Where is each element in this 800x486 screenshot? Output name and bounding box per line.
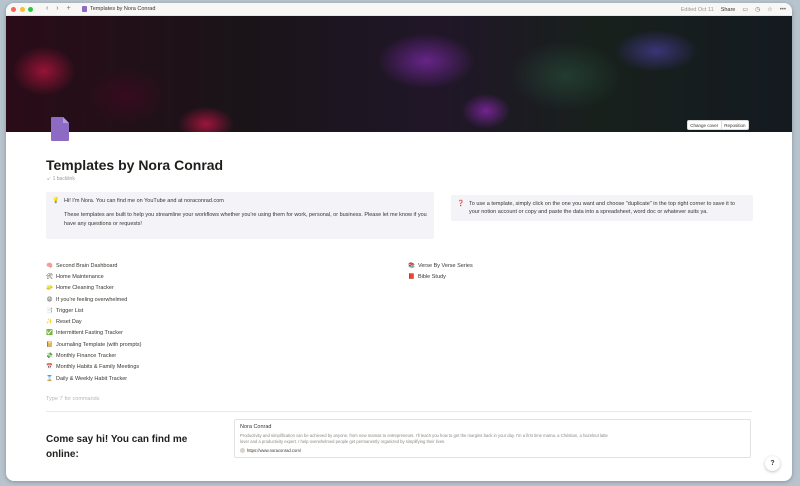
template-list-right: 📚 Verse By Verse Series 📕 Bible Study <box>408 260 473 283</box>
command-placeholder[interactable]: Type '/' for commands <box>46 396 99 402</box>
more-options-icon[interactable]: ••• <box>780 7 786 13</box>
bookmark-description: Productivity and simplification can be a… <box>240 433 608 444</box>
money-icon: 💸 <box>46 353 53 360</box>
list-item[interactable]: ⌛ Daily & Weekly Habit Tracker <box>46 373 142 384</box>
list-item[interactable]: ✨ Reset Day <box>46 316 142 327</box>
favicon-icon <box>240 447 245 453</box>
check-mark-icon: ✅ <box>46 330 53 337</box>
title-bar: ‹ › + Templates by Nora Conrad Edited Oc… <box>6 3 792 16</box>
nav-buttons: ‹ › + <box>46 5 77 12</box>
bookmark-tabs-icon: 📑 <box>46 307 53 314</box>
page-cover: Change cover Reposition <box>6 16 792 132</box>
intro-callout: 💡 Hi! I'm Nora. You can find me on YouTu… <box>46 192 434 239</box>
weary-face-icon: 😩 <box>46 296 53 303</box>
list-item-label: Verse By Verse Series <box>418 262 473 269</box>
new-page-button[interactable]: + <box>67 5 71 12</box>
breadcrumb[interactable]: Templates by Nora Conrad <box>82 6 155 12</box>
page-icon <box>82 6 87 12</box>
list-item[interactable]: 🛠 Home Maintenance <box>46 271 142 282</box>
list-item[interactable]: 📚 Verse By Verse Series <box>408 260 473 271</box>
close-window-button[interactable] <box>11 7 16 12</box>
reposition-button[interactable]: Reposition <box>721 120 749 130</box>
edited-timestamp: Edited Oct 11 <box>680 6 714 13</box>
cover-controls: Change cover Reposition <box>686 120 749 130</box>
page-file-icon[interactable] <box>51 117 69 141</box>
updates-clock-icon[interactable]: ◷ <box>755 6 760 13</box>
page-title[interactable]: Templates by Nora Conrad <box>46 157 223 173</box>
list-item-label: Journaling Template (with prompts) <box>56 341 142 348</box>
list-item-label: Monthly Habits & Family Meetings <box>56 364 140 371</box>
share-button[interactable]: Share <box>721 7 736 13</box>
lightbulb-icon: 💡 <box>52 198 60 204</box>
divider <box>46 411 752 412</box>
template-list-left: 🧠 Second Brain Dashboard 🛠 Home Maintenanc… <box>46 260 142 384</box>
favorite-star-icon[interactable]: ☆ <box>767 6 772 13</box>
list-item[interactable]: 🧽 Home Cleaning Tracker <box>46 283 142 294</box>
list-item-label: Trigger List <box>56 307 84 314</box>
list-item[interactable]: 😩 If you're feeling overwhelmed <box>46 294 142 305</box>
list-item[interactable]: ✅ Intermittent Fasting Tracker <box>46 328 142 339</box>
list-item-label: Daily & Weekly Habit Tracker <box>56 375 128 382</box>
window-controls <box>11 7 35 14</box>
list-item[interactable]: 💸 Monthly Finance Tracker <box>46 350 142 361</box>
question-icon: ❓ <box>457 201 465 207</box>
callout-text: These templates are built to help you st… <box>64 212 427 227</box>
callout-text: To use a template, simply click on the o… <box>469 201 735 216</box>
footer-heading: Come say hi! You can find me online: <box>46 434 188 460</box>
list-item-label: Monthly Finance Tracker <box>56 353 117 360</box>
help-button[interactable]: ? <box>765 456 780 471</box>
notebook-icon: 📔 <box>46 341 53 348</box>
app-window: ‹ › + Templates by Nora Conrad Edited Oc… <box>6 3 792 481</box>
minimize-window-button[interactable] <box>19 7 25 12</box>
web-bookmark[interactable]: Nora Conrad Productivity and simplificat… <box>234 419 751 458</box>
list-item-label: Reset Day <box>56 319 82 326</box>
comments-icon[interactable]: ▭ <box>742 6 748 13</box>
list-item-label: Intermittent Fasting Tracker <box>56 330 123 337</box>
list-item[interactable]: 📔 Journaling Template (with prompts) <box>46 339 142 350</box>
tools-icon: 🛠 <box>46 273 53 280</box>
list-item[interactable]: 📕 Bible Study <box>408 271 473 282</box>
instructions-callout: ❓ To use a template, simply click on the… <box>451 195 753 221</box>
maximize-window-button[interactable] <box>28 7 34 12</box>
list-item-label: Bible Study <box>418 273 446 280</box>
bookmark-url: https://www.noraconrad.com/ <box>247 447 301 453</box>
list-item-label: If you're feeling overwhelmed <box>56 296 128 303</box>
breadcrumb-title: Templates by Nora Conrad <box>90 6 156 12</box>
back-button[interactable]: ‹ <box>46 5 48 12</box>
brain-icon: 🧠 <box>46 262 53 269</box>
forward-button[interactable]: › <box>56 5 58 12</box>
list-item-label: Second Brain Dashboard <box>56 262 118 269</box>
sparkles-icon: ✨ <box>46 319 53 326</box>
calendar-icon: 📅 <box>46 364 53 371</box>
backlink-label: 1 backlink <box>52 176 75 182</box>
sponge-icon: 🧽 <box>46 285 53 292</box>
list-item[interactable]: 📑 Trigger List <box>46 305 142 316</box>
topbar-actions: Edited Oct 11 Share ▭ ◷ ☆ ••• <box>680 6 786 14</box>
closed-book-icon: 📕 <box>408 273 415 280</box>
callout-text: Hi! I'm Nora. You can find me on YouTube… <box>64 198 224 204</box>
list-item[interactable]: 📅 Monthly Habits & Family Meetings <box>46 362 142 373</box>
books-icon: 📚 <box>408 262 415 269</box>
list-item[interactable]: 🧠 Second Brain Dashboard <box>46 260 142 271</box>
bookmark-url-row: https://www.noraconrad.com/ <box>240 447 745 453</box>
hourglass-icon: ⌛ <box>46 375 53 382</box>
list-item-label: Home Cleaning Tracker <box>56 285 114 292</box>
list-item-label: Home Maintenance <box>56 273 104 280</box>
change-cover-button[interactable]: Change cover <box>686 120 722 130</box>
bookmark-title: Nora Conrad <box>240 424 272 430</box>
backlinks[interactable]: ↙ 1 backlink <box>47 176 75 182</box>
